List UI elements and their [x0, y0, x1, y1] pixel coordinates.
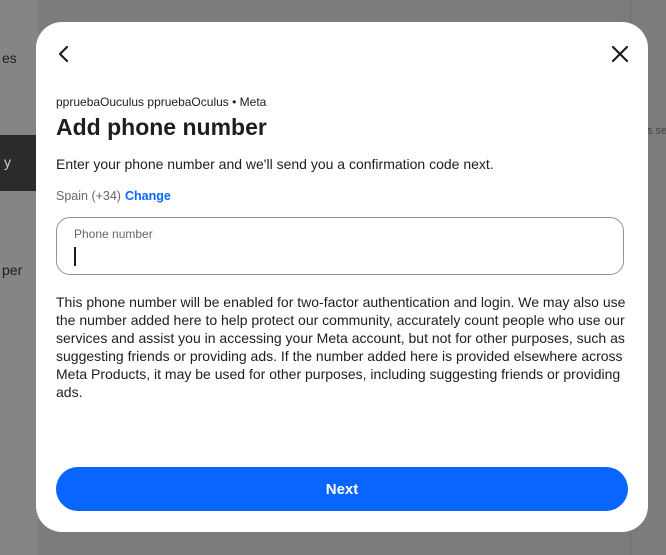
country-selector: Spain (+34) Change: [56, 189, 171, 203]
phone-number-input[interactable]: [71, 244, 605, 270]
change-country-link[interactable]: Change: [125, 189, 171, 203]
privacy-info-text: This phone number will be enabled for tw…: [56, 294, 626, 400]
next-button[interactable]: Next: [56, 467, 628, 511]
phone-number-field[interactable]: Phone number: [56, 217, 624, 275]
back-button[interactable]: [50, 40, 78, 68]
add-phone-dialog: ppruebaOuculus ppruebaOculus • Meta Add …: [36, 22, 648, 532]
chevron-left-icon: [58, 45, 69, 63]
phone-number-label: Phone number: [74, 227, 153, 241]
account-line: ppruebaOuculus ppruebaOculus • Meta: [56, 95, 267, 109]
country-code: Spain (+34): [56, 189, 121, 203]
background-text: y: [4, 154, 11, 170]
dialog-title: Add phone number: [56, 114, 267, 140]
dialog-description: Enter your phone number and we'll send y…: [56, 156, 494, 172]
close-button[interactable]: [606, 40, 634, 68]
background-text: s se: [647, 125, 666, 137]
background-text: per: [2, 262, 23, 278]
text-caret: [74, 247, 76, 266]
close-icon: [611, 45, 629, 63]
background-text: es: [2, 50, 17, 66]
